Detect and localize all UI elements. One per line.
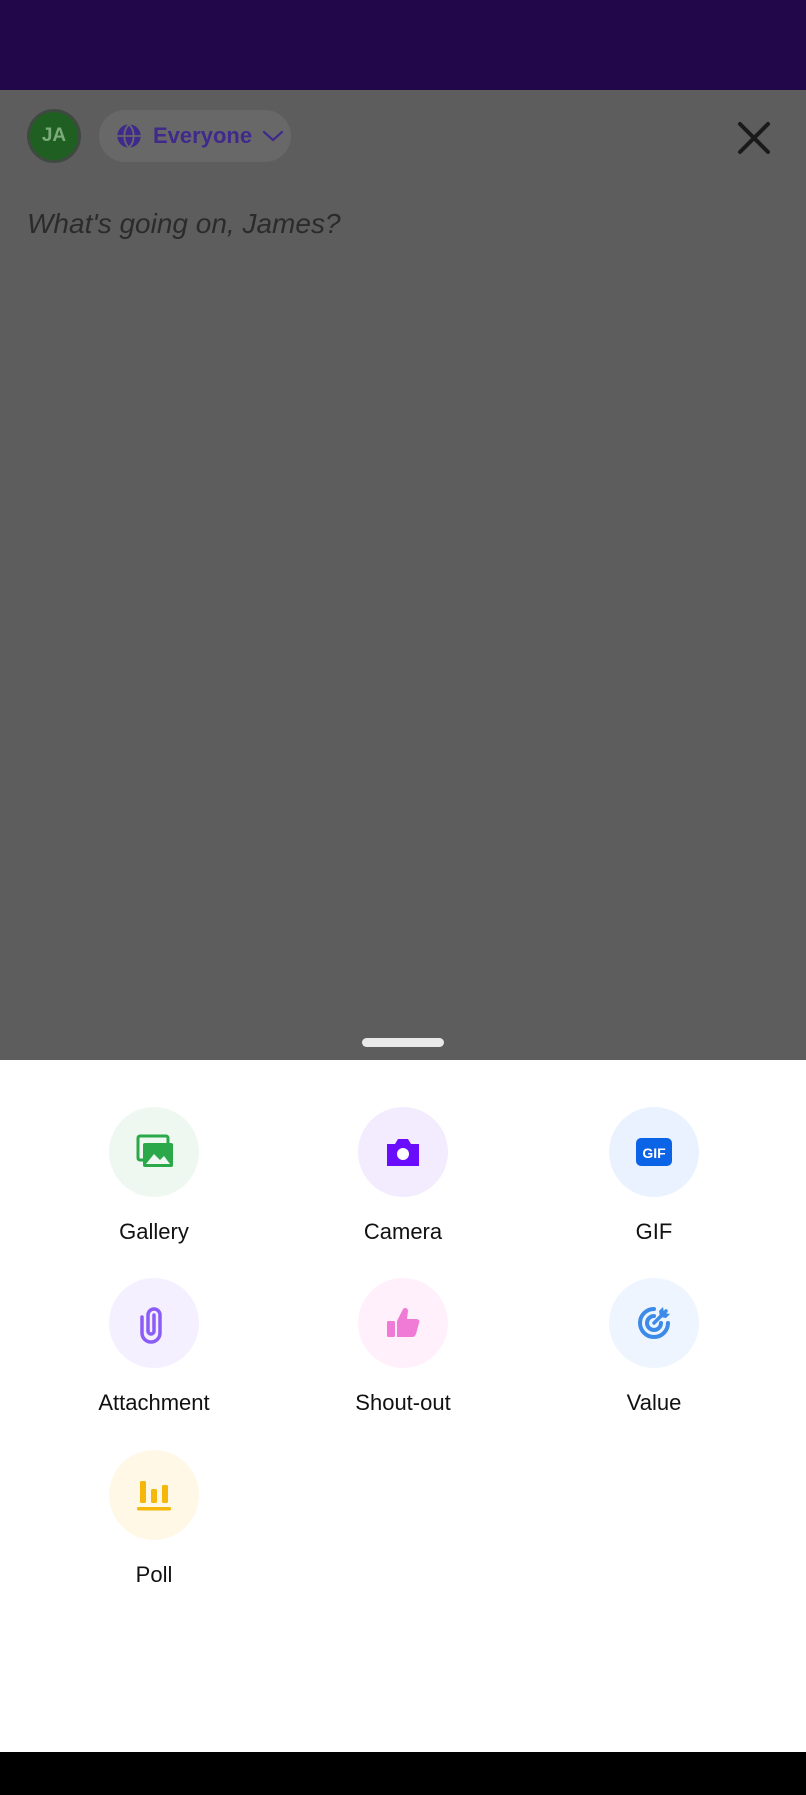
option-poll[interactable]: Poll [29,1450,279,1590]
option-label: Attachment [98,1390,210,1415]
avatar[interactable]: JA [27,109,81,163]
option-label: Shout-out [355,1390,451,1415]
system-nav-bar [0,1752,806,1795]
option-gallery[interactable]: Gallery [29,1107,279,1247]
attachment-circle [109,1278,199,1368]
sheet-drag-handle[interactable] [362,1038,444,1047]
camera-circle [358,1107,448,1197]
camera-icon [387,1139,419,1166]
value-circle [609,1278,699,1368]
close-icon[interactable] [732,116,776,160]
paperclip-icon [140,1307,162,1344]
chevron-down-icon [262,130,284,142]
poll-icon [137,1481,171,1511]
gallery-circle [109,1107,199,1197]
option-camera[interactable]: Camera [278,1107,528,1247]
option-gif[interactable]: GIF GIF [529,1107,779,1247]
audience-selector[interactable]: Everyone [99,110,291,162]
status-bar [0,0,806,90]
shout-out-circle [358,1278,448,1368]
screen: JA Everyone .post-input::placeholder{col… [0,0,806,1795]
option-label: Gallery [119,1219,189,1244]
post-text-input[interactable] [27,200,767,248]
option-label: Poll [135,1562,173,1587]
globe-icon [117,123,141,149]
svg-text:GIF: GIF [642,1145,666,1161]
target-icon [638,1307,670,1339]
poll-circle [109,1450,199,1540]
gif-icon: GIF [636,1138,672,1166]
gallery-icon [136,1134,173,1167]
audience-label: Everyone [153,123,253,148]
option-shout-out[interactable]: Shout-out [278,1278,528,1418]
thumbs-up-icon [387,1307,420,1337]
option-value[interactable]: Value [529,1278,779,1418]
option-attachment[interactable]: Attachment [29,1278,279,1418]
gif-circle: GIF [609,1107,699,1197]
option-label: Value [626,1390,682,1415]
attachment-sheet: Gallery Camera GIF GIF Attachment Shout-… [0,1060,806,1752]
option-label: Camera [363,1219,443,1244]
composer-header: JA Everyone [0,90,806,182]
option-label: GIF [635,1219,673,1244]
